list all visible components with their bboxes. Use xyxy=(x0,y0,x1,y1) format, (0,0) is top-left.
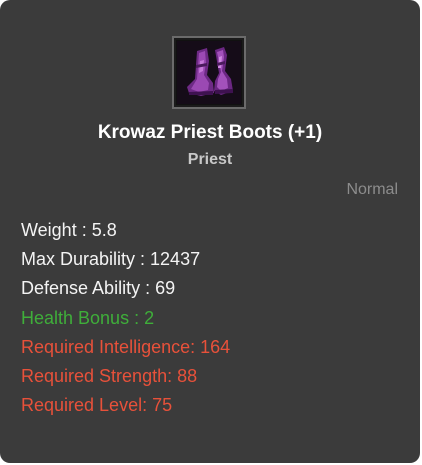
stat-defense-ability: Defense Ability : 69 xyxy=(21,278,176,298)
stat-weight: Weight : 5.8 xyxy=(21,220,117,240)
item-name: Krowaz Priest Boots (+1) xyxy=(97,122,323,143)
stat-health-bonus: Health Bonus : 2 xyxy=(21,308,155,328)
stat-required-strength: Required Strength: 88 xyxy=(21,366,198,386)
stat-required-intelligence: Required Intelligence: 164 xyxy=(21,337,231,357)
item-grade: Normal xyxy=(346,181,398,198)
item-class: Priest xyxy=(187,151,233,168)
purple-boots-icon xyxy=(177,41,241,104)
stat-required-level: Required Level: 75 xyxy=(21,395,173,415)
stat-max-durability: Max Durability : 12437 xyxy=(21,249,201,269)
item-icon-frame xyxy=(172,36,246,109)
item-tooltip: Krowaz Priest Boots (+1) Priest Normal W… xyxy=(0,0,420,463)
